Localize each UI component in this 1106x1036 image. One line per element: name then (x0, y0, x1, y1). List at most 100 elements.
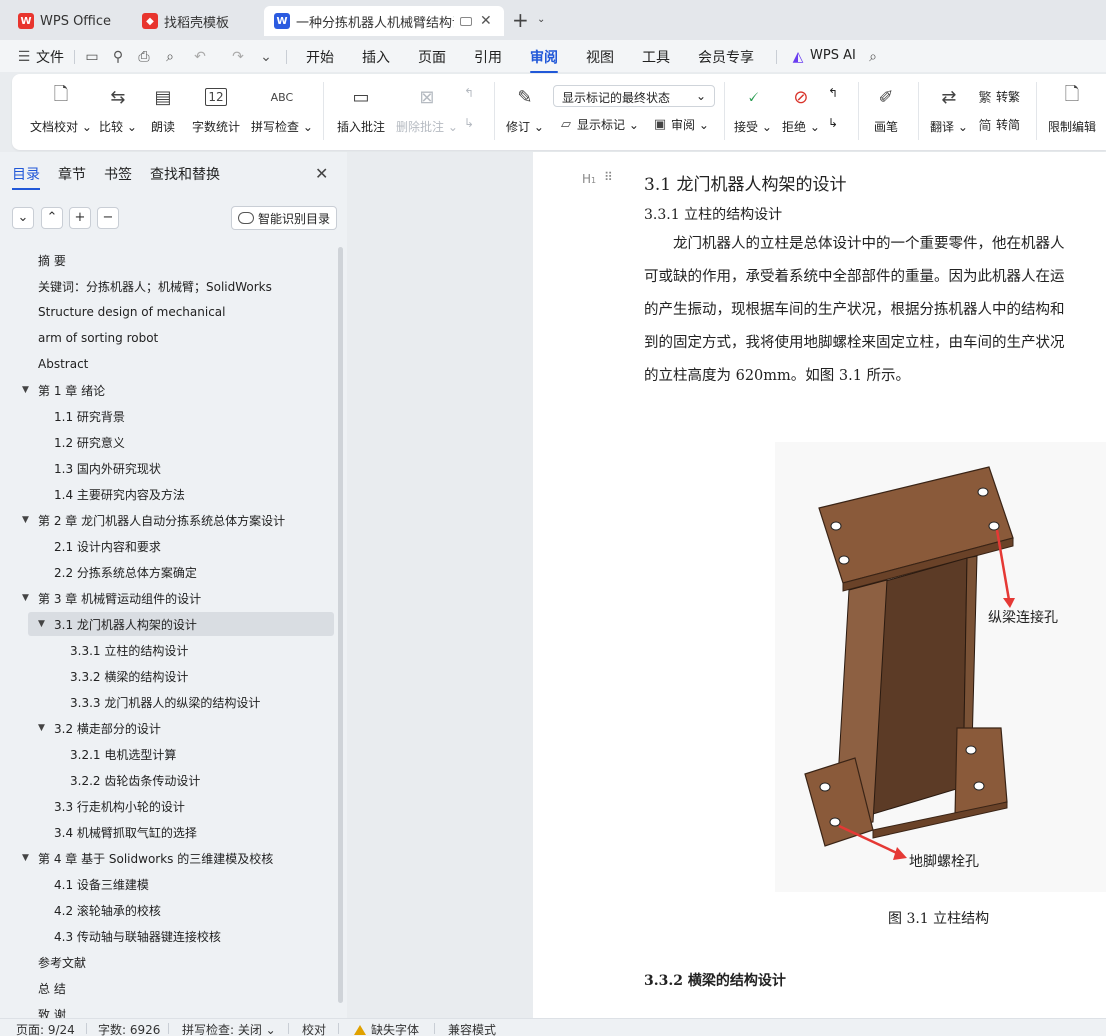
toc-item[interactable]: 参考文献 (0, 950, 330, 974)
collapse-up-button[interactable]: ⌃ (41, 207, 63, 229)
doc-check-button[interactable]: 🗋 文档校对 ⌄ (30, 84, 92, 135)
hamburger-icon[interactable]: ☰ (16, 49, 32, 65)
toc-item[interactable]: 3.2.1 电机选型计算 (0, 742, 330, 766)
tab-find-replace[interactable]: 查找和替换 (150, 164, 220, 184)
tab-docer-templates[interactable]: ◆ 找稻壳模板 (132, 6, 258, 36)
delete-comment-button[interactable]: ⊠ 删除批注 ⌄ (396, 84, 458, 135)
toc-item[interactable]: 4.2 滚轮轴承的校核 (0, 898, 330, 922)
tab-current-document[interactable]: W 一种分拣机器人机械臂结构设计 ✕ (264, 6, 504, 36)
page-indicator[interactable]: 页面: 9/24 (16, 1021, 75, 1036)
menu-tools[interactable]: 工具 (642, 47, 670, 67)
expand-caret-icon[interactable]: ▼ (22, 853, 34, 863)
toc-item[interactable]: 4.1 设备三维建模 (0, 872, 330, 896)
next-change-icon[interactable]: ↳ (828, 116, 838, 130)
track-changes-button[interactable]: ✎ 修订 ⌄ (506, 84, 544, 135)
menu-start[interactable]: 开始 (306, 47, 334, 67)
missing-font-status[interactable]: 缺失字体 (354, 1021, 419, 1036)
word-count-button[interactable]: 12 字数统计 (192, 84, 240, 135)
toc-scrollbar[interactable] (338, 247, 343, 1003)
toc-item[interactable]: 3.4 机械臂抓取气缸的选择 (0, 820, 330, 844)
markup-state-select[interactable]: 显示标记的最终状态 ⌄ (553, 85, 715, 107)
toc-item[interactable]: 摘 要 (0, 248, 330, 272)
toc-item[interactable]: 3.3.3 龙门机器人的纵梁的结构设计 (0, 690, 330, 714)
toc-item[interactable]: 1.4 主要研究内容及方法 (0, 482, 330, 506)
toc-item[interactable]: 2.2 分拣系统总体方案确定 (0, 560, 330, 584)
tab-sections[interactable]: 章节 (58, 164, 86, 184)
print-icon[interactable]: ⎙ (136, 49, 152, 65)
tab-wps-office[interactable]: W WPS Office (8, 6, 124, 36)
toc-item[interactable]: arm of sorting robot (0, 326, 330, 350)
share-icon[interactable]: ⚲ (110, 49, 126, 65)
expand-caret-icon[interactable]: ▼ (38, 723, 50, 733)
prev-change-icon[interactable]: ↰ (828, 86, 838, 100)
close-tab-icon[interactable]: ✕ (480, 13, 492, 29)
collapse-down-button[interactable]: ⌄ (12, 207, 34, 229)
close-pane-icon[interactable]: ✕ (315, 164, 328, 183)
compare-button[interactable]: ⇆ 比较 ⌄ (99, 84, 137, 135)
more-chevron-icon[interactable]: ⌄ (258, 49, 274, 65)
expand-caret-icon[interactable]: ▼ (22, 515, 34, 525)
redo-icon[interactable]: ↷ (230, 49, 246, 65)
menu-page[interactable]: 页面 (418, 47, 446, 67)
toc-item[interactable]: 3.2.2 齿轮齿条传动设计 (0, 768, 330, 792)
toc-item[interactable]: ▼ 第 4 章 基于 Solidworks 的三维建模及校核 (0, 846, 330, 870)
tab-bookmarks[interactable]: 书签 (104, 164, 132, 184)
menu-view[interactable]: 视图 (586, 47, 614, 67)
column-figure[interactable]: 纵梁连接孔 地脚螺栓孔 (775, 442, 1106, 892)
toc-item[interactable]: ▼ 第 1 章 绪论 (0, 378, 330, 402)
drag-handle-icon[interactable]: ⠿ (604, 170, 613, 184)
menu-insert[interactable]: 插入 (362, 47, 390, 67)
restrict-editing-button[interactable]: 🗋 限制编辑 (1048, 84, 1096, 135)
accept-button[interactable]: 🗸 接受 ⌄ (734, 84, 772, 135)
prev-comment-icon[interactable]: ↰ (464, 86, 474, 100)
toc-item[interactable]: 总 结 (0, 976, 330, 1000)
toc-item[interactable]: ▼ 第 2 章 龙门机器人自动分拣系统总体方案设计 (0, 508, 330, 532)
toc-item[interactable]: 关键词：分拣机器人；机械臂；SolidWorks (0, 274, 330, 298)
proof-status[interactable]: 校对 (302, 1021, 326, 1036)
toc-item[interactable]: 3.3.2 横梁的结构设计 (0, 664, 330, 688)
toc-item[interactable]: ▼ 3.1 龙门机器人构架的设计 (28, 612, 334, 636)
show-markup-button[interactable]: ▱ 显示标记 ⌄ (558, 116, 639, 133)
file-menu[interactable]: 文件 (36, 47, 64, 67)
toc-item[interactable]: 1.2 研究意义 (0, 430, 330, 454)
toc-item[interactable]: 2.1 设计内容和要求 (0, 534, 330, 558)
expand-caret-icon[interactable]: ▼ (22, 593, 34, 603)
wps-ai-button[interactable]: WPS AI (810, 48, 856, 63)
tab-toc[interactable]: 目录 (12, 164, 40, 190)
toc-item[interactable]: 3.3 行走机构小轮的设计 (0, 794, 330, 818)
toc-item[interactable]: ▼ 第 3 章 机械臂运动组件的设计 (0, 586, 330, 610)
print-preview-icon[interactable]: ⌕ (162, 49, 178, 65)
toc-item[interactable]: 1.1 研究背景 (0, 404, 330, 428)
insert-comment-button[interactable]: ▭ 插入批注 (337, 84, 385, 135)
word-count-status[interactable]: 字数: 6926 (98, 1021, 160, 1036)
new-tab-button[interactable]: + (512, 10, 529, 30)
tab-list-chevron-icon[interactable]: ⌄ (537, 14, 545, 25)
menu-reference[interactable]: 引用 (474, 47, 502, 67)
to-simplified-button[interactable]: 简 转简 (977, 116, 1020, 134)
save-icon[interactable]: ▭ (84, 49, 100, 65)
remove-heading-button[interactable]: − (97, 207, 119, 229)
toc-item[interactable]: 4.3 传动轴与联轴器键连接校核 (0, 924, 330, 948)
search-icon[interactable]: ⌕ (865, 49, 881, 65)
undo-icon[interactable]: ↶ (192, 49, 208, 65)
spell-check-status[interactable]: 拼写检查: 关闭 ⌄ (182, 1021, 276, 1036)
to-traditional-button[interactable]: 繁 转繁 (977, 88, 1020, 106)
toc-item[interactable]: Abstract (0, 352, 330, 376)
expand-caret-icon[interactable]: ▼ (38, 619, 50, 629)
reject-button[interactable]: ⊘ 拒绝 ⌄ (782, 84, 820, 135)
ink-button[interactable]: ✐ 画笔 (874, 84, 898, 135)
expand-caret-icon[interactable]: ▼ (22, 385, 34, 395)
menu-member[interactable]: 会员专享 (698, 47, 754, 67)
spell-check-button[interactable]: ABC 拼写检查 ⌄ (251, 84, 313, 135)
smart-toc-button[interactable]: 智能识别目录 (231, 206, 338, 230)
read-aloud-button[interactable]: ▤ 朗读 (151, 84, 175, 135)
menu-review[interactable]: 审阅 (530, 47, 558, 73)
review-pane-button[interactable]: ▣ 审阅 ⌄ (652, 116, 709, 133)
toc-item[interactable]: 3.3.1 立柱的结构设计 (0, 638, 330, 662)
next-comment-icon[interactable]: ↳ (464, 116, 474, 130)
add-heading-button[interactable]: + (69, 207, 91, 229)
toc-item[interactable]: Structure design of mechanical (0, 300, 330, 324)
translate-button[interactable]: ⇄ 翻译 ⌄ (930, 84, 968, 135)
toc-item[interactable]: 1.3 国内外研究现状 (0, 456, 330, 480)
toc-item[interactable]: ▼ 3.2 横走部分的设计 (0, 716, 330, 740)
